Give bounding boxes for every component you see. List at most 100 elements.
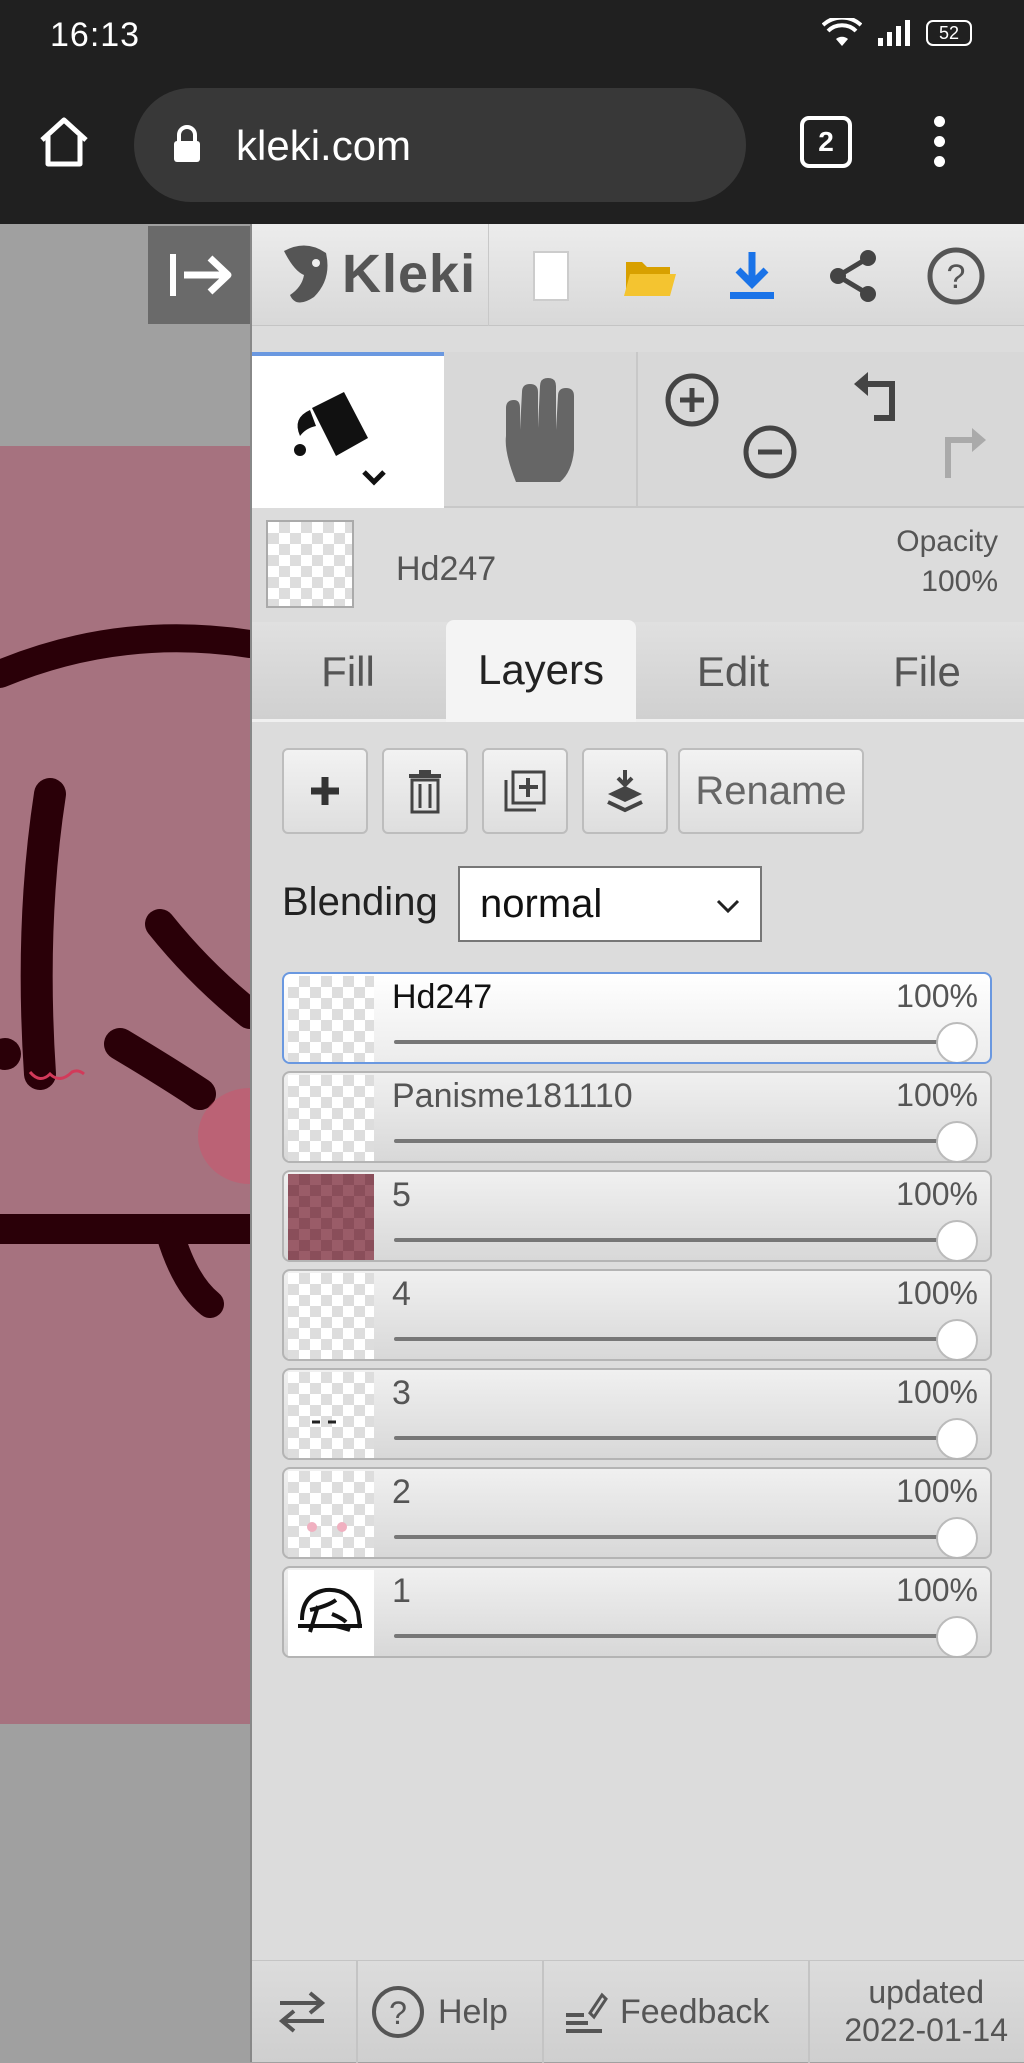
trash-icon xyxy=(409,770,441,814)
tab-layers[interactable]: Layers xyxy=(446,620,636,722)
bottom-bar: ? Help Feedback updated 2022-01-14 xyxy=(252,1960,1024,2063)
opacity-slider-handle[interactable] xyxy=(936,1220,978,1260)
address-bar[interactable]: kleki.com xyxy=(134,88,746,202)
swap-panel-button[interactable] xyxy=(274,1961,334,2063)
blending-row: Blending normal xyxy=(252,864,1024,944)
layer-row[interactable]: 3 100% xyxy=(282,1368,992,1460)
layer-row[interactable]: 2 100% xyxy=(282,1467,992,1559)
opacity-slider[interactable] xyxy=(394,1040,954,1044)
opacity-value: 100% xyxy=(921,565,998,598)
feedback-pen-icon xyxy=(566,1992,608,2033)
redo-icon[interactable] xyxy=(932,422,992,482)
status-time: 16:13 xyxy=(50,16,141,54)
merge-down-button[interactable] xyxy=(582,748,668,834)
tab-edit[interactable]: Edit xyxy=(638,622,828,722)
duplicate-layer-button[interactable] xyxy=(482,748,568,834)
panel-tabs: Fill Layers Edit File xyxy=(252,620,1024,722)
canvas-artwork xyxy=(0,446,250,1724)
download-icon[interactable] xyxy=(722,246,782,306)
layer-thumbnail xyxy=(288,1273,374,1359)
hand-tool-button[interactable] xyxy=(444,352,636,508)
current-layer-info: Hd247 Opacity 100% xyxy=(252,510,1024,620)
rename-layer-button[interactable]: Rename xyxy=(678,748,864,834)
add-layer-button[interactable] xyxy=(282,748,368,834)
tab-file[interactable]: File xyxy=(830,622,1024,722)
undo-icon[interactable] xyxy=(848,370,908,430)
opacity-slider-handle[interactable] xyxy=(936,1319,978,1359)
opacity-slider[interactable] xyxy=(394,1535,954,1539)
opacity-title: Opacity xyxy=(896,525,998,558)
feedback-label: Feedback xyxy=(620,1992,770,2031)
plus-icon xyxy=(311,777,339,805)
logo-text: Kleki xyxy=(342,244,477,304)
opacity-slider-handle[interactable] xyxy=(936,1121,978,1161)
battery-icon: 52 xyxy=(926,20,972,46)
layer-opacity: 100% xyxy=(896,1374,978,1410)
open-folder-icon[interactable] xyxy=(620,246,680,306)
layer-row[interactable]: 1 100% xyxy=(282,1566,992,1658)
layer-opacity: 100% xyxy=(896,1275,978,1311)
fill-tool-button[interactable] xyxy=(252,352,444,508)
help-label: Help xyxy=(438,1992,508,2031)
layer-name: Panisme181110 xyxy=(392,1077,633,1115)
layer-name: 3 xyxy=(392,1374,411,1412)
lock-icon xyxy=(174,125,200,162)
layer-opacity: 100% xyxy=(896,1077,978,1113)
opacity-slider[interactable] xyxy=(394,1436,954,1440)
opacity-slider-handle[interactable] xyxy=(936,1517,978,1557)
collapse-arrow-icon xyxy=(170,254,232,296)
blending-value: normal xyxy=(480,882,603,926)
tool-row xyxy=(252,352,1024,508)
layer-opacity: 100% xyxy=(896,1572,978,1608)
collapse-panel-button[interactable] xyxy=(148,226,250,324)
layer-list: Hd247 100% Panisme181110 100% 5 100% 4 1… xyxy=(282,972,992,1665)
layer-actions: Rename xyxy=(252,748,1024,838)
zoom-out-icon[interactable] xyxy=(740,422,800,482)
layer-thumbnail xyxy=(288,1372,374,1458)
layer-row[interactable]: 5 100% xyxy=(282,1170,992,1262)
opacity-slider-handle[interactable] xyxy=(936,1022,978,1062)
divider xyxy=(356,1961,358,2063)
drawing-canvas[interactable] xyxy=(0,224,250,2062)
url-text: kleki.com xyxy=(236,122,412,169)
duplicate-icon xyxy=(504,770,546,812)
layer-row[interactable]: Hd247 100% xyxy=(282,972,992,1064)
new-image-icon[interactable] xyxy=(520,246,580,306)
top-toolbar: Kleki ? xyxy=(252,224,1024,326)
svg-text:?: ? xyxy=(389,1995,407,2031)
opacity-slider-handle[interactable] xyxy=(936,1418,978,1458)
help-icon[interactable]: ? xyxy=(926,246,986,306)
layer-thumbnail xyxy=(288,1075,374,1161)
layer-opacity: 100% xyxy=(896,978,978,1014)
hand-icon xyxy=(505,378,574,482)
signal-icon xyxy=(878,20,910,46)
opacity-slider[interactable] xyxy=(394,1238,954,1242)
layer-thumbnail xyxy=(288,1471,374,1557)
layer-thumbnail xyxy=(288,976,374,1062)
tab-switcher-button[interactable]: 2 xyxy=(800,116,852,168)
current-layer-thumbnail xyxy=(266,520,354,608)
kleki-logo[interactable]: Kleki xyxy=(276,234,476,314)
delete-layer-button[interactable] xyxy=(382,748,468,834)
layer-row[interactable]: 4 100% xyxy=(282,1269,992,1361)
home-icon[interactable] xyxy=(36,114,92,170)
more-menu-icon[interactable] xyxy=(924,116,954,180)
share-icon[interactable] xyxy=(824,246,884,306)
layer-thumbnail-art xyxy=(307,1522,347,1532)
blending-select[interactable]: normal xyxy=(458,866,762,942)
help-button[interactable]: ? Help xyxy=(370,1961,508,2063)
tool-panel: Kleki ? Hd247 Opacity 100% Fill Layers E… xyxy=(250,224,1024,2063)
tab-fill[interactable]: Fill xyxy=(252,622,444,722)
opacity-slider[interactable] xyxy=(394,1139,954,1143)
feedback-button[interactable]: Feedback xyxy=(562,1961,769,2063)
layer-thumbnail-art xyxy=(298,1587,362,1633)
opacity-label: Opacity 100% xyxy=(896,522,998,602)
layer-name: 4 xyxy=(392,1275,411,1313)
help-icon: ? xyxy=(372,1986,424,2038)
zoom-in-icon[interactable] xyxy=(662,370,722,430)
opacity-slider[interactable] xyxy=(394,1634,954,1638)
layer-row[interactable]: Panisme181110 100% xyxy=(282,1071,992,1163)
opacity-slider-handle[interactable] xyxy=(936,1616,978,1656)
opacity-slider[interactable] xyxy=(394,1337,954,1341)
layer-thumbnail-art xyxy=(312,1420,336,1424)
